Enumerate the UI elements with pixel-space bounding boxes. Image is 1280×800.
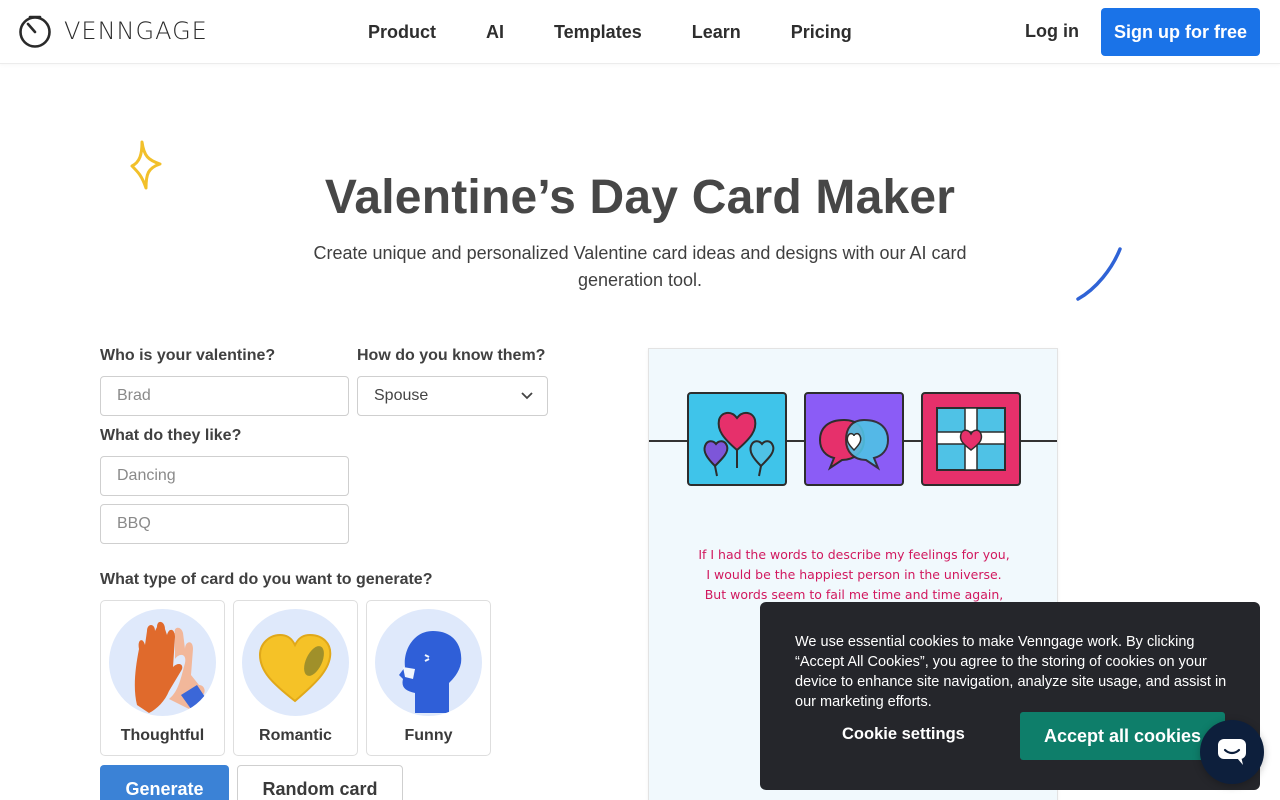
poem-line: If I had the words to describe my feelin… (698, 547, 1010, 562)
logo-text: VENNGAGE (64, 17, 208, 45)
balloons-icon (687, 392, 787, 486)
top-navbar: VENNGAGE Product AI Templates Learn Pric… (0, 0, 1280, 64)
signup-button[interactable]: Sign up for free (1101, 8, 1260, 56)
brush-stroke-decoration (1076, 247, 1122, 301)
chat-bubble-icon (1218, 739, 1246, 765)
generate-button[interactable]: Generate (100, 765, 229, 800)
chat-bubbles-heart-icon (804, 392, 904, 486)
type-label-thoughtful: Thoughtful (120, 727, 205, 744)
chat-widget-button[interactable] (1200, 720, 1264, 784)
high-five-icon (109, 609, 216, 716)
type-label-romantic: Romantic (259, 727, 332, 744)
nav-learn[interactable]: Learn (692, 22, 741, 43)
chevron-down-icon (521, 392, 533, 400)
laughing-head-icon (375, 609, 482, 716)
accept-cookies-button[interactable]: Accept all cookies (1020, 712, 1225, 760)
type-card-funny[interactable]: Funny (366, 600, 491, 756)
logo-icon (19, 15, 51, 48)
main-nav: Product AI Templates Learn Pricing (368, 0, 902, 64)
cookie-message: We use essential cookies to make Venngag… (795, 634, 1227, 710)
like-input-1[interactable]: Dancing (100, 456, 349, 496)
card-type-label: What type of card do you want to generat… (100, 571, 433, 588)
random-card-button[interactable]: Random card (237, 765, 403, 800)
nav-templates[interactable]: Templates (554, 22, 642, 43)
likes-label: What do they like? (100, 427, 242, 444)
page-subtitle: Create unique and personalized Valentine… (313, 243, 967, 290)
relation-select[interactable]: Spouse (357, 376, 548, 416)
valentine-name-input[interactable]: Brad (100, 376, 349, 416)
type-card-romantic[interactable]: Romantic (233, 600, 358, 756)
page-title: Valentine’s Day Card Maker (324, 171, 956, 224)
cookie-settings-button[interactable]: Cookie settings (842, 725, 965, 744)
cookie-banner: We use essential cookies to make Venngag… (760, 602, 1260, 790)
nav-product[interactable]: Product (368, 22, 436, 43)
nav-ai[interactable]: AI (486, 22, 504, 43)
heart-icon (242, 609, 349, 716)
relation-label: How do you know them? (357, 347, 546, 364)
type-card-thoughtful[interactable]: Thoughtful (100, 600, 225, 756)
valentine-label: Who is your valentine? (100, 347, 276, 364)
venngage-logo[interactable]: VENNGAGE (18, 14, 208, 48)
nav-pricing[interactable]: Pricing (791, 22, 852, 43)
login-link[interactable]: Log in (1025, 21, 1079, 42)
like-input-2[interactable]: BBQ (100, 504, 349, 544)
gift-box-icon (921, 392, 1021, 486)
type-label-funny: Funny (404, 727, 453, 744)
poem-line: I would be the happiest person in the un… (706, 567, 1002, 582)
relation-select-value: Spouse (374, 387, 429, 404)
